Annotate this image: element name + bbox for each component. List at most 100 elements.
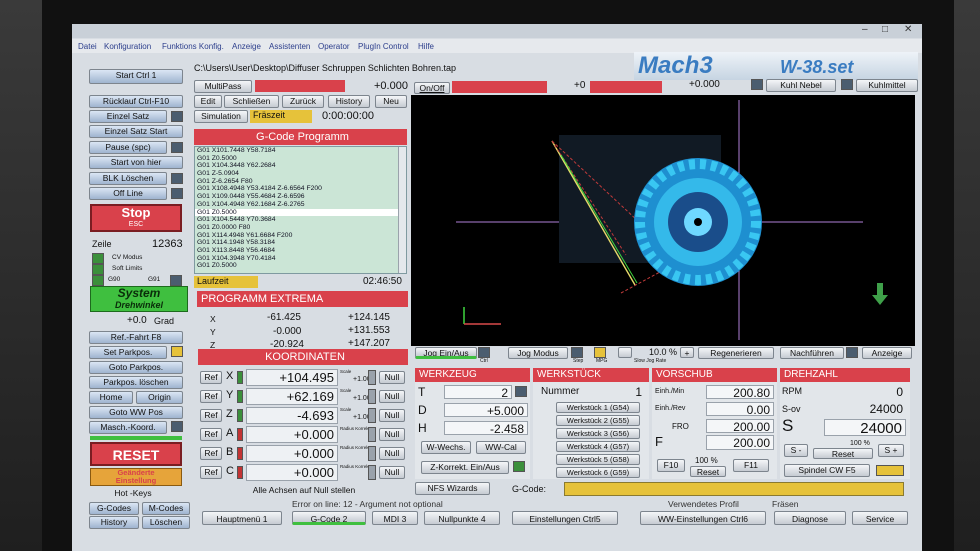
- history-button[interactable]: History: [328, 95, 370, 108]
- f10-button[interactable]: F10: [657, 459, 685, 472]
- null-button[interactable]: Null: [379, 371, 405, 384]
- menu-plugin-control[interactable]: PlugIn Control: [358, 42, 409, 51]
- ref-button[interactable]: Ref: [200, 428, 222, 441]
- simulation-button[interactable]: Simulation: [194, 110, 248, 123]
- tab-hauptmenue[interactable]: Hauptmenü 1: [202, 511, 282, 525]
- tab-nullpunkte[interactable]: Nullpunkte 4: [424, 511, 500, 525]
- menu-datei[interactable]: Datei: [78, 42, 97, 51]
- zurueck-button[interactable]: Zurück: [282, 95, 324, 108]
- alle-achsen-null-button[interactable]: Alle Achsen auf Null stellen: [200, 485, 408, 497]
- gcode-list[interactable]: G01 X101.7448 Y58.7184 G01 Z0.5000 G01 X…: [194, 146, 407, 274]
- einzel-satz-button[interactable]: Einzel Satz: [89, 110, 167, 123]
- jog-modus-button[interactable]: Jog Modus: [508, 347, 568, 359]
- close-icon[interactable]: ✕: [904, 24, 912, 35]
- tab-diagnose[interactable]: Diagnose: [774, 511, 846, 525]
- einzel-satz-start-button[interactable]: Einzel Satz Start: [89, 125, 183, 138]
- maximize-icon[interactable]: □: [882, 24, 888, 35]
- ref-button[interactable]: Ref: [200, 371, 222, 384]
- gcode-scrollbar[interactable]: [398, 147, 406, 273]
- edit-button[interactable]: Edit: [194, 95, 222, 108]
- ref-button[interactable]: Ref: [200, 447, 222, 460]
- ref-button[interactable]: Ref: [200, 390, 222, 403]
- menu-funktions-konfig[interactable]: Funktions Konfig.: [162, 42, 224, 51]
- pause-button[interactable]: Pause (spc): [89, 141, 167, 154]
- tab-ww-einstellungen[interactable]: WW-Einstellungen Ctrl6: [640, 511, 766, 525]
- goto-ww-pos-button[interactable]: Goto WW Pos: [89, 406, 183, 419]
- null-button[interactable]: Null: [379, 409, 405, 422]
- nfs-wizards-button[interactable]: NFS Wizards: [415, 482, 490, 495]
- drehzahl-reset-button[interactable]: Reset: [813, 448, 873, 459]
- reset-button[interactable]: RESET: [90, 442, 182, 466]
- jog-ein-aus-button[interactable]: Jog Ein/Aus: [415, 347, 477, 359]
- menu-konfiguration[interactable]: Konfiguration: [104, 42, 151, 51]
- tab-einstellungen[interactable]: Einstellungen Ctrl5: [512, 511, 618, 525]
- null-button[interactable]: Null: [379, 447, 405, 460]
- jog-minus-button[interactable]: [618, 347, 632, 358]
- tab-service[interactable]: Service: [852, 511, 908, 525]
- werkstueck-1-button[interactable]: Werkstück 1 (G54): [556, 402, 640, 413]
- tab-mdi[interactable]: MDI 3: [372, 511, 418, 525]
- history-left-button[interactable]: History: [89, 516, 139, 529]
- toolpath-view[interactable]: [411, 95, 915, 346]
- anzeige-button[interactable]: Anzeige: [862, 347, 912, 359]
- ref-button[interactable]: Ref: [200, 466, 222, 479]
- origin-button[interactable]: Origin: [136, 391, 183, 404]
- axis-dro[interactable]: -4.693: [246, 407, 338, 424]
- set-parkpos-button[interactable]: Set Parkpos.: [89, 346, 167, 359]
- w-wechs-button[interactable]: W-Wechs.: [421, 441, 471, 454]
- neu-button[interactable]: Neu: [375, 95, 407, 108]
- hot-keys-button[interactable]: Hot -Keys: [92, 488, 174, 500]
- spindel-cw-button[interactable]: Spindel CW F5: [784, 464, 870, 477]
- werkstueck-4-button[interactable]: Werkstück 4 (G57): [556, 441, 640, 452]
- stop-button[interactable]: Stop ESC: [90, 204, 182, 232]
- axis-dro[interactable]: +0.000: [246, 445, 338, 462]
- ref-fahrt-button[interactable]: Ref.-Fahrt F8: [89, 331, 183, 344]
- minimize-icon[interactable]: –: [862, 24, 868, 35]
- tab-g-code[interactable]: G-Code 2: [292, 511, 366, 525]
- null-button[interactable]: Null: [379, 390, 405, 403]
- onoff-button[interactable]: On/Off: [414, 82, 450, 94]
- axis-dro[interactable]: +0.000: [246, 426, 338, 443]
- start-ctrl1-button[interactable]: Start Ctrl 1: [89, 69, 183, 84]
- menu-anzeige[interactable]: Anzeige: [232, 42, 261, 51]
- kuehlmittel-button[interactable]: Kuhlmittel: [856, 79, 918, 92]
- blk-loeschen-button[interactable]: BLK Löschen: [89, 172, 167, 185]
- regenerieren-button[interactable]: Regenerieren: [698, 347, 774, 359]
- axis-dro[interactable]: +0.000: [246, 464, 338, 481]
- parkpos-loeschen-button[interactable]: Parkpos. löschen: [89, 376, 183, 389]
- ref-button[interactable]: Ref: [200, 409, 222, 422]
- axis-dro[interactable]: +62.169: [246, 388, 338, 405]
- axis-dro[interactable]: +104.495: [246, 369, 338, 386]
- werkstueck-2-button[interactable]: Werkstück 2 (G55): [556, 415, 640, 426]
- start-von-hier-button[interactable]: Start von hier: [89, 156, 183, 169]
- s-plus-button[interactable]: S +: [878, 444, 904, 457]
- masch-koord-button[interactable]: Masch.-Koord.: [89, 421, 167, 434]
- werkstueck-6-button[interactable]: Werkstück 6 (G59): [556, 467, 640, 478]
- menu-assistenten[interactable]: Assistenten: [269, 42, 310, 51]
- menu-hilfe[interactable]: Hilfe: [418, 42, 434, 51]
- null-button[interactable]: Null: [379, 428, 405, 441]
- jog-plus-button[interactable]: +: [680, 347, 694, 358]
- simulation-time: 0:00:00:00: [322, 110, 374, 122]
- null-button[interactable]: Null: [379, 466, 405, 479]
- menu-operator[interactable]: Operator: [318, 42, 350, 51]
- off-line-button[interactable]: Off Line: [89, 187, 167, 200]
- ww-cal-button[interactable]: WW-Cal: [476, 441, 526, 454]
- goto-parkpos-button[interactable]: Goto Parkpos.: [89, 361, 183, 374]
- vorschub-reset-button[interactable]: Reset: [690, 466, 726, 477]
- schliessen-button[interactable]: Schließen: [224, 95, 279, 108]
- gcode-input[interactable]: [564, 482, 904, 496]
- s-minus-button[interactable]: S -: [784, 444, 808, 457]
- f11-button[interactable]: F11: [733, 459, 769, 472]
- werkstueck-5-button[interactable]: Werkstück 5 (G58): [556, 454, 640, 465]
- z-korrekt-button[interactable]: Z-Korrekt. Ein/Aus: [421, 461, 509, 474]
- g-codes-button[interactable]: G-Codes: [89, 502, 139, 515]
- home-button[interactable]: Home: [89, 391, 133, 404]
- m-codes-button[interactable]: M-Codes: [142, 502, 190, 515]
- loeschen-button[interactable]: Löschen: [142, 516, 190, 529]
- ruecklauf-button[interactable]: Rücklauf Ctrl-F10: [89, 95, 183, 108]
- axis-status-led: [368, 408, 376, 423]
- kuehl-nebel-button[interactable]: Kuhl Nebel: [766, 79, 836, 92]
- nachfuehren-button[interactable]: Nachführen: [780, 347, 844, 359]
- werkstueck-3-button[interactable]: Werkstück 3 (G56): [556, 428, 640, 439]
